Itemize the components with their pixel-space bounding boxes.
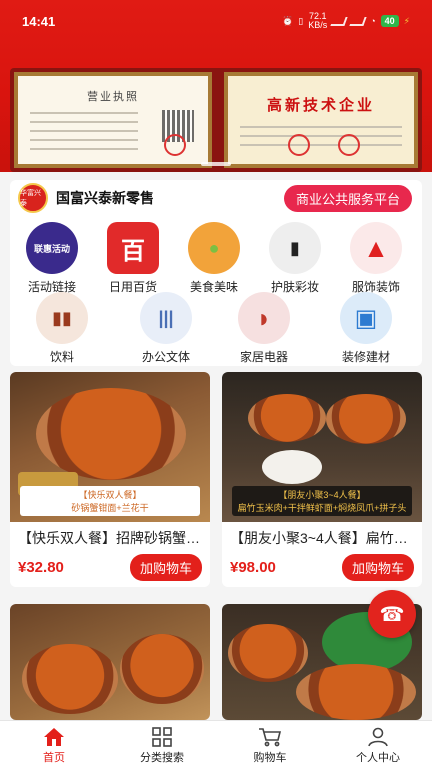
category-item[interactable]: 百 日用百货 bbox=[95, 222, 171, 295]
cart-icon bbox=[216, 726, 324, 748]
shop-name: 国富兴泰新零售 bbox=[56, 190, 154, 206]
category-item[interactable]: ▮ 护肤彩妆 bbox=[257, 222, 333, 295]
category-label: 办公文体 bbox=[141, 350, 190, 364]
tab-category-search[interactable]: 分类搜索 bbox=[108, 721, 216, 768]
product-name: 【快乐双人餐】招牌砂锅蟹钳面+兰花干 bbox=[18, 530, 210, 546]
status-bar: 14:41 ⏰ ▯ 72.1 KB/s ◔ 40 ⚡ bbox=[0, 0, 432, 42]
business-license-image: 营业执照 bbox=[14, 72, 212, 168]
food-pot-image bbox=[228, 624, 308, 682]
product-card[interactable] bbox=[10, 604, 210, 720]
add-to-cart-button[interactable]: 加购物车 bbox=[129, 554, 202, 581]
category-item[interactable]: ▣ 装修建材 bbox=[328, 292, 404, 365]
tab-home[interactable]: 首页 bbox=[0, 721, 108, 768]
wifi-icon: ◔ bbox=[370, 16, 376, 26]
category-item[interactable]: ||| 办公文体 bbox=[128, 292, 204, 365]
paint-bucket-icon: ▣ bbox=[340, 292, 392, 344]
public-service-platform-button[interactable]: 商业公共服务平台 bbox=[283, 184, 412, 212]
product-name: 【朋友小聚3~4人餐】扁竹玉米肉+干拌鲜虾面+焖烧凤爪+拼子头 bbox=[230, 530, 422, 546]
tab-profile[interactable]: 个人中心 bbox=[324, 721, 432, 768]
product-price: ¥32.80 bbox=[18, 559, 64, 576]
bottom-tab-bar: 首页 分类搜索 购物车 个人中心 bbox=[0, 720, 432, 768]
stationery-icon: ||| bbox=[140, 292, 192, 344]
tab-label: 分类搜索 bbox=[140, 752, 184, 764]
shop-logo: 华富兴泰 bbox=[18, 183, 48, 213]
category-label: 饮料 bbox=[49, 350, 74, 364]
product-card[interactable]: 【朋友小聚3~4人餐】 扁竹玉米肉+干拌鲜虾面+焖烧凤爪+拼子头 【朋友小聚3~… bbox=[222, 372, 422, 587]
food-pot-image bbox=[248, 394, 326, 442]
shop-header: 华富兴泰 国富兴泰新零售 商业公共服务平台 bbox=[10, 180, 422, 216]
product-image: 【快乐双人餐】 砂锅蟹钳面+兰花干 bbox=[10, 372, 210, 522]
customer-service-icon[interactable]: ☎ bbox=[368, 590, 416, 638]
alarm-icon: ⏰ bbox=[282, 15, 294, 26]
product-caption: 【快乐双人餐】 砂锅蟹钳面+兰花干 bbox=[20, 486, 200, 516]
cert-left-title: 营业执照 bbox=[87, 91, 139, 103]
banner-carousel[interactable]: 营业执照 高新技术企业 bbox=[10, 68, 422, 172]
carousel-indicator bbox=[201, 162, 231, 166]
general-goods-icon: 百 bbox=[107, 222, 159, 274]
tab-label: 购物车 bbox=[253, 752, 287, 764]
food-pot-image bbox=[22, 644, 118, 714]
category-item[interactable]: ◗ 家居电器 bbox=[226, 292, 302, 365]
hightech-certificate-image: 高新技术企业 bbox=[224, 72, 418, 168]
charging-icon: ⚡ bbox=[403, 15, 410, 26]
category-item[interactable]: ▮▮ 饮料 bbox=[24, 292, 100, 365]
tab-label: 个人中心 bbox=[356, 752, 400, 764]
product-image: 【朋友小聚3~4人餐】 扁竹玉米肉+干拌鲜虾面+焖烧凤爪+拼子头 bbox=[222, 372, 422, 522]
food-pot-image bbox=[36, 388, 186, 480]
category-item[interactable]: 联惠活动 活动链接 bbox=[14, 222, 90, 295]
food-pot-image bbox=[326, 394, 406, 444]
product-price: ¥98.00 bbox=[230, 559, 276, 576]
food-pot-image bbox=[120, 634, 204, 704]
seal-icon bbox=[338, 134, 360, 156]
add-to-cart-button[interactable]: 加购物车 bbox=[341, 554, 414, 581]
tab-cart[interactable]: 购物车 bbox=[216, 721, 324, 768]
status-time: 14:41 bbox=[22, 13, 56, 29]
status-indicators: ⏰ ▯ 72.1 KB/s ◔ 40 ⚡ bbox=[282, 12, 410, 30]
product-caption: 【朋友小聚3~4人餐】 扁竹玉米肉+干拌鲜虾面+焖烧凤爪+拼子头 bbox=[232, 486, 412, 516]
tab-label: 首页 bbox=[43, 752, 65, 764]
category-label: 装修建材 bbox=[341, 350, 390, 364]
hair-dryer-icon: ◗ bbox=[238, 292, 290, 344]
tshirt-icon: ▲ bbox=[350, 222, 402, 274]
signal-icon-2 bbox=[349, 16, 367, 26]
signal-icon bbox=[330, 16, 348, 26]
home-icon bbox=[0, 726, 108, 748]
food-pot-image bbox=[296, 664, 416, 720]
category-item[interactable]: ● 美食美味 bbox=[176, 222, 252, 295]
battery-indicator: 40 bbox=[380, 15, 399, 27]
beverage-icon: ▮▮ bbox=[36, 292, 88, 344]
category-item[interactable]: ▲ 服饰装饰 bbox=[338, 222, 414, 295]
category-grid: 联惠活动 活动链接 百 日用百货 ● 美食美味 ▮ 护肤彩妆 ▲ 服饰装饰 ▮▮… bbox=[10, 216, 422, 366]
rice-bowl-image bbox=[262, 450, 322, 484]
grid-icon bbox=[108, 726, 216, 748]
net-speed: 72.1 KB/s bbox=[308, 11, 328, 30]
event-icon: 联惠活动 bbox=[26, 222, 78, 274]
seal-icon bbox=[288, 134, 310, 156]
food-icon: ● bbox=[188, 222, 240, 274]
vibrate-icon: ▯ bbox=[298, 15, 304, 26]
seal-icon bbox=[164, 134, 186, 156]
cert-right-title: 高新技术企业 bbox=[266, 97, 375, 114]
cosmetics-icon: ▮ bbox=[269, 222, 321, 274]
product-image bbox=[10, 604, 210, 720]
user-icon bbox=[324, 726, 432, 748]
category-label: 家居电器 bbox=[239, 350, 288, 364]
product-card[interactable]: 【快乐双人餐】 砂锅蟹钳面+兰花干 【快乐双人餐】招牌砂锅蟹钳面+兰花干 ¥32… bbox=[10, 372, 210, 587]
